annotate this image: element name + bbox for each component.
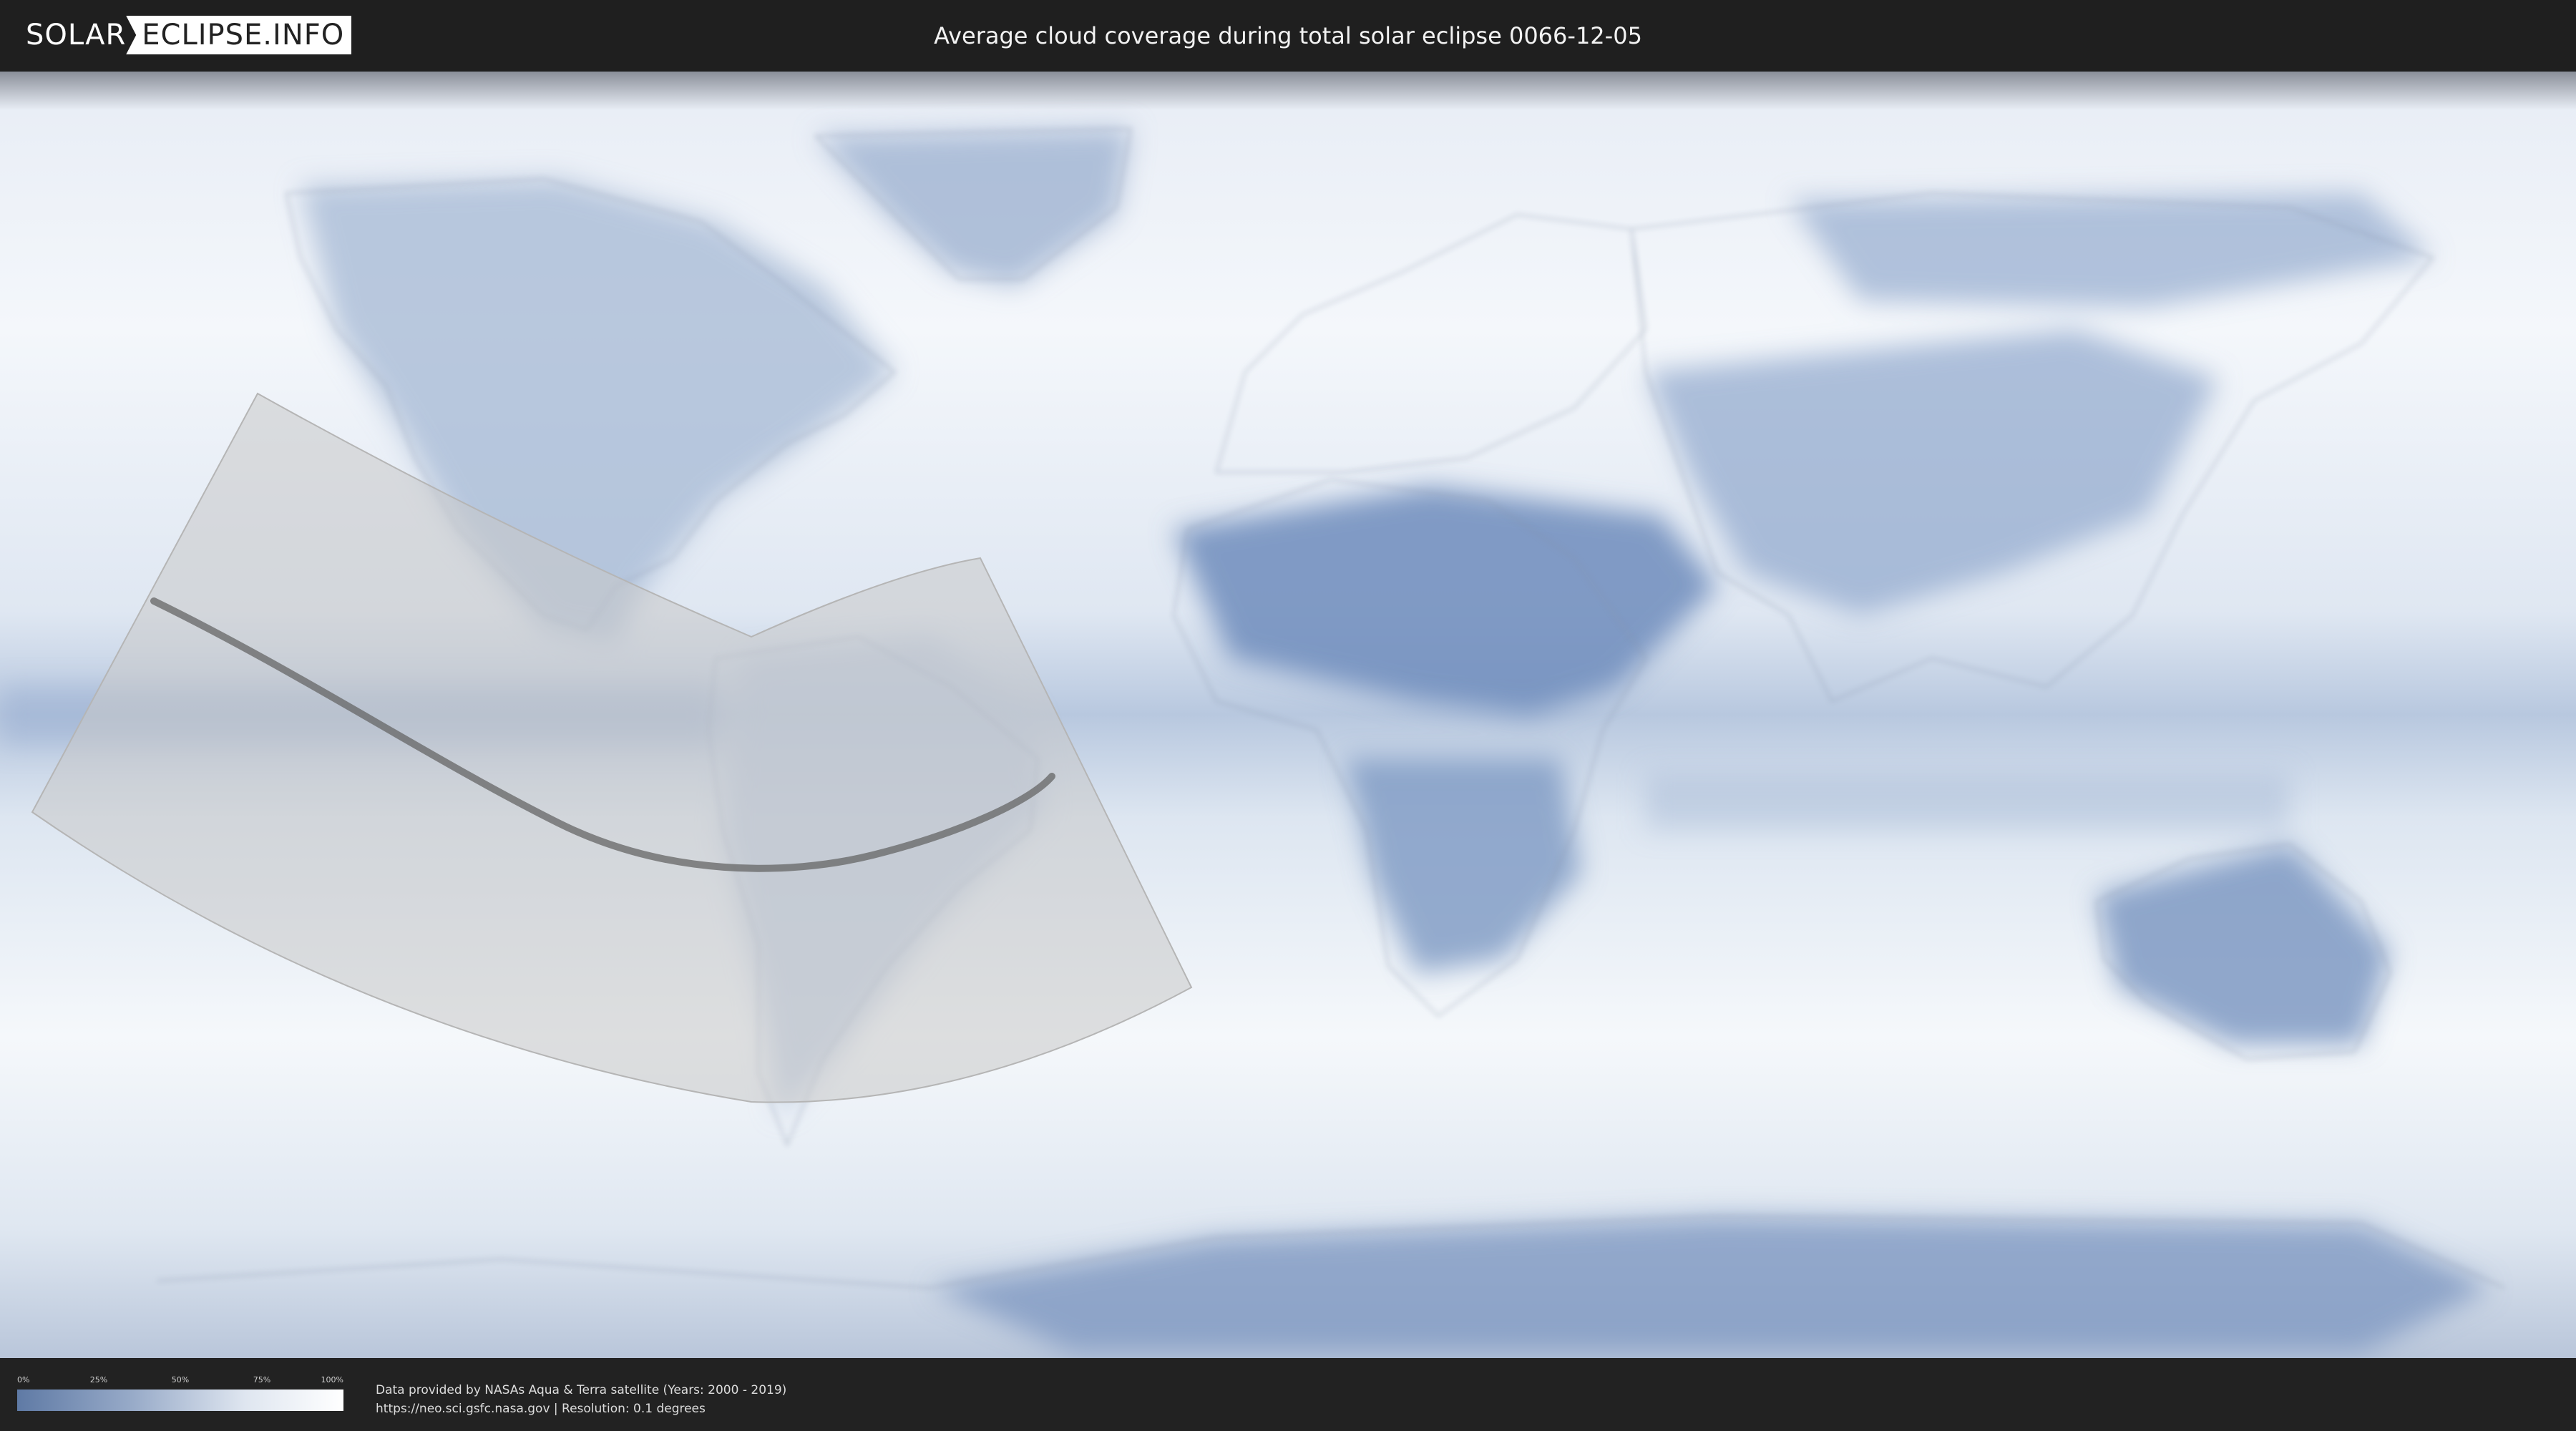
legend-tick-0: 0% <box>17 1375 30 1384</box>
header-bar: SOLAR ECLIPSE.INFO Average cloud coverag… <box>0 0 2576 72</box>
band-indian-ocean <box>1646 773 2290 830</box>
legend-tick-75: 75% <box>253 1375 271 1384</box>
cloud-coverage-legend: 0% 25% 50% 75% 100% <box>17 1375 343 1411</box>
footer-bar: 0% 25% 50% 75% 100% Data provided by NAS… <box>0 1358 2576 1431</box>
credits-url-resolution: https://neo.sci.gsfc.nasa.gov | Resoluti… <box>376 1402 706 1416</box>
legend-tick-50: 50% <box>171 1375 190 1384</box>
legend-tick-100: 100% <box>321 1375 343 1384</box>
legend-color-bar <box>17 1390 343 1411</box>
legend-ticks: 0% 25% 50% 75% 100% <box>17 1375 343 1387</box>
credits-source: Data provided by NASAs Aqua & Terra sate… <box>376 1383 787 1397</box>
world-map-svg <box>0 72 2576 1358</box>
cloud-coverage-map <box>0 72 2576 1358</box>
legend-tick-25: 25% <box>89 1375 108 1384</box>
data-credits: Data provided by NASAs Aqua & Terra sate… <box>376 1381 786 1418</box>
page-title: Average cloud coverage during total sola… <box>934 22 1642 49</box>
